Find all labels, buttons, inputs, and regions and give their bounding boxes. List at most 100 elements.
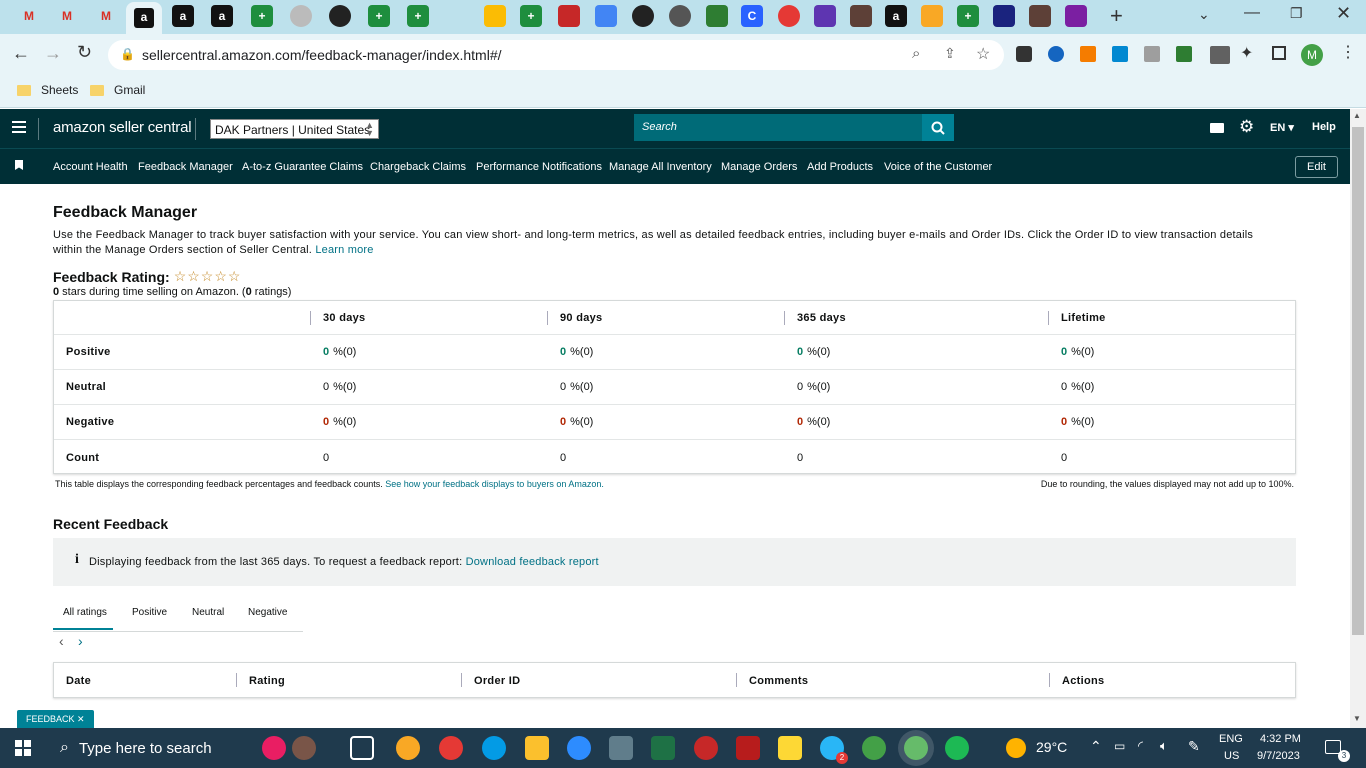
close-icon[interactable]: ✕ (77, 714, 85, 724)
amazon-tab-active[interactable]: a (126, 2, 162, 34)
nav-manage-orders[interactable]: Manage Orders (721, 161, 797, 173)
language-selector[interactable]: EN ▾ (1270, 121, 1294, 134)
amazon-tab-icon[interactable]: a (885, 5, 907, 27)
battery-icon[interactable]: ▭ (1114, 739, 1125, 753)
ups-tab-icon[interactable] (1029, 5, 1051, 27)
sheets-tab-icon[interactable]: + (520, 5, 542, 27)
extension-icon[interactable] (1112, 46, 1128, 62)
pen-icon[interactable]: ✎ (1188, 738, 1200, 755)
weather-icon[interactable] (1006, 738, 1026, 758)
sheets-tab-icon[interactable]: + (251, 5, 273, 27)
app-tab-icon[interactable] (558, 5, 580, 27)
app-tab-icon[interactable] (632, 5, 654, 27)
extension-icon[interactable] (1048, 46, 1064, 62)
gmail-tab-icon[interactable]: M (95, 5, 117, 27)
nav-performance-notifications[interactable]: Performance Notifications (476, 161, 602, 173)
filezilla-icon[interactable] (736, 736, 760, 760)
app-tab-icon[interactable]: C (741, 5, 763, 27)
scrollbar-thumb[interactable] (1352, 127, 1364, 635)
search-highlight-icon[interactable] (262, 736, 286, 760)
search-input[interactable]: Search (634, 114, 922, 141)
tab-all-ratings[interactable]: All ratings (63, 607, 107, 618)
globe-tab-icon[interactable] (290, 5, 312, 27)
tab-search-icon[interactable]: ⌄ (1198, 6, 1210, 23)
amazon-tab-icon[interactable]: a (211, 5, 233, 27)
nav-manage-all-inventory[interactable]: Manage All Inventory (609, 161, 712, 173)
col-comments[interactable]: Comments (749, 675, 808, 687)
tab-negative[interactable]: Negative (248, 607, 287, 618)
extension-icon[interactable] (1080, 46, 1096, 62)
chrome-taskbar-icon[interactable] (862, 736, 886, 760)
drive-tab-icon[interactable] (484, 5, 506, 27)
sticky-notes-icon[interactable] (778, 736, 802, 760)
file-explorer-icon[interactable] (525, 736, 549, 760)
seller-central-logo[interactable]: amazon seller central (53, 119, 192, 136)
address-bar[interactable]: 🔒 sellercentral.amazon.com/feedback-mana… (108, 40, 1004, 70)
feedback-widget-button[interactable]: FEEDBACK ✕ (17, 710, 94, 728)
nav-account-health[interactable]: Account Health (53, 161, 128, 173)
zoom-icon[interactable]: ⌕ (912, 45, 920, 62)
tab-neutral[interactable]: Neutral (192, 607, 224, 618)
profile-avatar[interactable]: M (1301, 44, 1323, 66)
menu-kebab-icon[interactable]: ⋮ (1340, 42, 1356, 62)
scroll-right-icon[interactable]: › (78, 633, 83, 649)
app-taskbar-icon[interactable] (396, 736, 420, 760)
zoom-taskbar-icon[interactable] (567, 736, 591, 760)
extension-icon[interactable] (1016, 46, 1032, 62)
telegram-icon[interactable]: 2 (820, 736, 848, 764)
volume-icon[interactable]: 🔈︎ (1160, 738, 1168, 754)
chrome-taskbar-icon[interactable] (694, 736, 718, 760)
nav-voice-of-customer[interactable]: Voice of the Customer (884, 161, 992, 173)
app-tab-icon[interactable] (993, 5, 1015, 27)
feedback-display-link[interactable]: See how your feedback displays to buyers… (385, 479, 604, 489)
bookmark-star-icon[interactable]: ☆ (976, 44, 990, 64)
lock-icon[interactable]: 🔒 (120, 47, 135, 61)
nav-a-to-z-claims[interactable]: A-to-z Guarantee Claims (242, 161, 363, 173)
gear-icon[interactable]: ⚙ (1239, 117, 1254, 137)
side-panel-icon[interactable] (1272, 46, 1286, 60)
nav-add-products[interactable]: Add Products (807, 161, 873, 173)
sheets-tab-icon[interactable]: + (368, 5, 390, 27)
col-actions[interactable]: Actions (1062, 675, 1104, 687)
restore-icon[interactable]: ❐ (1290, 5, 1303, 22)
help-link[interactable]: Help (1312, 121, 1336, 133)
app-tab-icon[interactable] (778, 5, 800, 27)
edit-nav-button[interactable]: Edit (1295, 156, 1338, 178)
gmail-tab-icon[interactable]: M (56, 5, 78, 27)
app-tab-icon[interactable] (706, 5, 728, 27)
col-rating[interactable]: Rating (249, 675, 285, 687)
mail-icon[interactable] (1210, 123, 1224, 133)
app-tab-icon[interactable] (595, 5, 617, 27)
share-icon[interactable]: ⇪ (944, 45, 956, 62)
new-tab-icon[interactable]: + (1110, 3, 1123, 29)
app-tab-icon[interactable] (814, 5, 836, 27)
wifi-icon[interactable]: ◜ (1138, 738, 1143, 754)
gmail-tab-icon[interactable]: M (18, 5, 40, 27)
extension-icon[interactable] (1144, 46, 1160, 62)
sheets-tab-icon[interactable]: + (957, 5, 979, 27)
scroll-down-icon[interactable]: ▼ (1353, 714, 1361, 723)
clock-time[interactable]: 4:32 PM (1260, 733, 1301, 745)
puzzle-extensions-icon[interactable]: ✦ (1240, 43, 1253, 63)
close-window-icon[interactable]: ✕ (1336, 3, 1351, 24)
bookmark-icon[interactable] (15, 160, 23, 170)
col-order-id[interactable]: Order ID (474, 675, 520, 687)
scroll-left-icon[interactable]: ‹ (59, 633, 64, 649)
col-date[interactable]: Date (66, 675, 91, 687)
input-region[interactable]: US (1224, 750, 1239, 762)
search-button[interactable] (922, 114, 954, 141)
extension-icon[interactable] (1176, 46, 1192, 62)
weather-temp[interactable]: 29°C (1036, 739, 1067, 755)
download-report-link[interactable]: Download feedback report (466, 556, 599, 568)
input-language[interactable]: ENG (1219, 733, 1243, 745)
learn-more-link[interactable]: Learn more (315, 244, 373, 256)
ups-tab-icon[interactable] (850, 5, 872, 27)
tab-positive[interactable]: Positive (132, 607, 167, 618)
fedex-tab-icon[interactable] (1065, 5, 1087, 27)
chrome-taskbar-icon[interactable] (439, 736, 463, 760)
forward-icon[interactable]: → (44, 43, 62, 64)
show-hidden-icons[interactable]: ⌃ (1090, 738, 1102, 755)
bookmark-sheets[interactable]: Sheets (17, 83, 78, 97)
url-text[interactable]: sellercentral.amazon.com/feedback-manage… (142, 47, 502, 63)
scroll-up-icon[interactable]: ▲ (1353, 111, 1361, 120)
